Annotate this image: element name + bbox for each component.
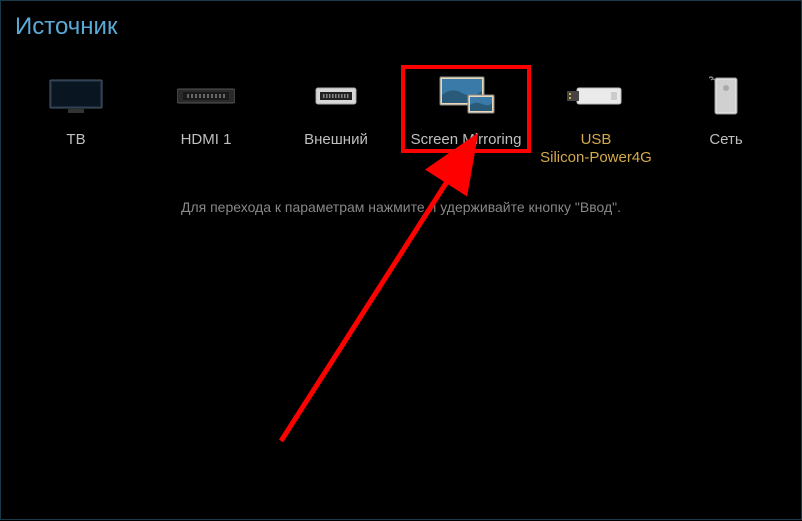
screen-mirroring-icon xyxy=(436,71,496,121)
source-network[interactable]: Сеть xyxy=(661,65,791,153)
hint-text: Для перехода к параметрам нажмите и удер… xyxy=(1,199,801,215)
page-title: Источник xyxy=(15,13,787,41)
source-label: Внешний xyxy=(304,131,368,149)
usb-icon xyxy=(567,71,625,121)
source-label: ТВ xyxy=(66,131,85,149)
header: Источник xyxy=(1,1,801,47)
source-external[interactable]: Внешний xyxy=(271,65,401,153)
source-usb[interactable]: USB Silicon-Power4G xyxy=(531,65,661,171)
sources-row: ТВ HDMI 1 xyxy=(1,47,801,171)
source-hdmi1[interactable]: HDMI 1 xyxy=(141,65,271,153)
ext-icon xyxy=(314,71,358,121)
hdmi-icon xyxy=(177,71,235,121)
tv-icon xyxy=(48,71,104,121)
source-tv[interactable]: ТВ xyxy=(11,65,141,153)
network-icon xyxy=(709,71,743,121)
source-label: Screen Mirroring xyxy=(411,131,522,149)
source-screen-mirroring[interactable]: Screen Mirroring xyxy=(401,65,531,153)
source-label: Сеть xyxy=(709,131,742,149)
source-label: HDMI 1 xyxy=(181,131,232,149)
source-label: USB Silicon-Power4G xyxy=(540,131,652,167)
